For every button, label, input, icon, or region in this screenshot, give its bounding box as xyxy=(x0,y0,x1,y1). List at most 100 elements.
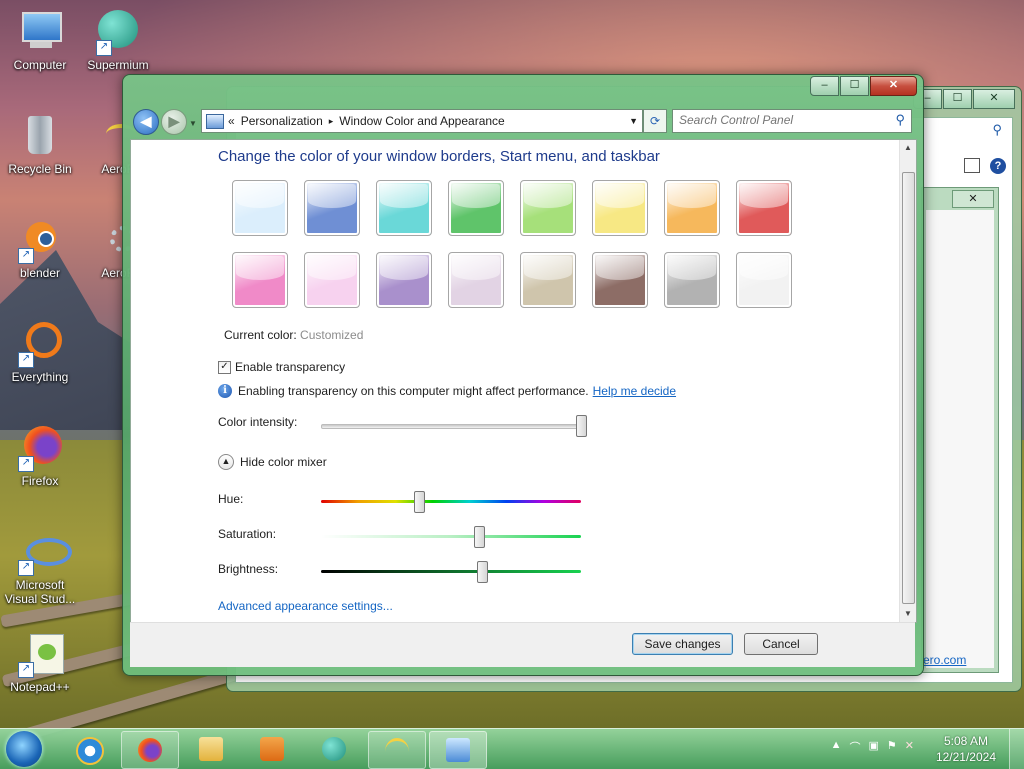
color-swatch-violet[interactable] xyxy=(376,252,432,308)
aerorainbow-tray-icon[interactable]: ⌒ xyxy=(850,739,861,755)
taskbar-file-explorer[interactable] xyxy=(183,731,239,767)
address-bar[interactable]: « Personalization ▸ Window Color and App… xyxy=(201,109,643,133)
start-button[interactable] xyxy=(6,731,42,767)
breadcrumb-separator-icon[interactable]: ▸ xyxy=(329,116,334,127)
control-panel-window[interactable]: – ☐ ✕ ◀ ▶ ▼ « Personalization ▸ Window C… xyxy=(122,74,924,676)
close-button[interactable]: ✕ xyxy=(870,76,917,96)
background-link[interactable]: ero.com xyxy=(923,653,966,667)
aerorainbow-settings-icon xyxy=(78,216,136,264)
current-color: Current color: Customized xyxy=(224,328,363,342)
cancel-button[interactable]: Cancel xyxy=(744,633,818,655)
taskbar-control-panel[interactable] xyxy=(429,731,487,769)
taskbar-media-player[interactable] xyxy=(244,731,300,767)
checkbox-icon[interactable]: ✓ xyxy=(218,360,231,374)
show-desktop-button[interactable] xyxy=(1009,729,1024,769)
blender-icon: ↗ xyxy=(16,216,64,264)
bg-maximize-button[interactable]: ☐ xyxy=(943,89,972,109)
desktop-icon-notepadpp[interactable]: ↗ Notepad++ xyxy=(0,630,80,694)
color-swatch-twilight[interactable] xyxy=(304,180,360,236)
network-icon[interactable]: ▣ xyxy=(869,739,879,755)
hide-color-mixer-label[interactable]: Hide color mixer xyxy=(240,455,327,469)
breadcrumb-personalization[interactable]: Personalization xyxy=(241,114,323,128)
media-player-icon xyxy=(260,737,284,761)
content-pane: Change the color of your window borders,… xyxy=(130,139,917,623)
scroll-thumb[interactable] xyxy=(902,172,915,604)
transparency-label[interactable]: Enable transparency xyxy=(235,360,345,374)
advanced-appearance-link[interactable]: Advanced appearance settings... xyxy=(218,599,393,613)
brightness-thumb[interactable] xyxy=(476,561,488,583)
color-swatch-slate[interactable] xyxy=(664,252,720,308)
current-color-label: Current color: xyxy=(224,328,297,342)
taskbar-supermium[interactable] xyxy=(306,731,362,767)
search-icon[interactable]: ⚲ xyxy=(992,122,1002,138)
color-swatch-orange[interactable] xyxy=(664,180,720,236)
forward-button[interactable]: ▶ xyxy=(161,109,187,135)
clock-time: 5:08 AM xyxy=(943,734,988,748)
save-changes-button[interactable]: Save changes xyxy=(632,633,733,655)
taskbar-firefox[interactable] xyxy=(121,731,179,769)
address-dropdown-icon[interactable]: ▼ xyxy=(629,116,638,126)
enable-transparency-checkbox[interactable]: ✓ Enable transparency xyxy=(218,360,345,374)
desktop-icon-firefox[interactable]: ↗ Firefox xyxy=(0,424,80,488)
back-button[interactable]: ◀ xyxy=(133,109,159,135)
aerorainbow-icon xyxy=(78,112,136,160)
color-intensity-slider[interactable] xyxy=(321,424,583,429)
system-clock[interactable]: 5:08 AM 12/21/2024 xyxy=(936,733,996,765)
bg-close-button[interactable]: ✕ xyxy=(973,89,1015,109)
color-swatch-lemon[interactable] xyxy=(592,180,648,236)
saturation-thumb[interactable] xyxy=(474,526,486,548)
breadcrumb-window-color[interactable]: Window Color and Appearance xyxy=(339,114,504,128)
performance-note: i Enabling transparency on this computer… xyxy=(218,384,676,398)
color-swatch-ruby[interactable] xyxy=(736,180,792,236)
search-box[interactable]: ⚲ xyxy=(672,109,912,133)
volume-muted-icon[interactable]: ✕ xyxy=(905,739,914,755)
recent-pages-dropdown[interactable]: ▼ xyxy=(189,119,197,128)
show-hidden-icons-icon[interactable]: ▲ xyxy=(831,739,842,755)
background-caption-buttons: – ☐ ✕ xyxy=(912,89,1015,109)
hide-color-mixer-toggle[interactable]: ▲ Hide color mixer xyxy=(218,454,327,470)
desktop-icon-everything[interactable]: ↗ Everything xyxy=(0,320,80,384)
help-icon[interactable]: ? xyxy=(990,158,1006,174)
color-swatch-sky[interactable] xyxy=(232,180,288,236)
maximize-button[interactable]: ☐ xyxy=(840,76,869,96)
saturation-slider[interactable] xyxy=(321,535,581,538)
color-intensity-thumb[interactable] xyxy=(575,415,587,437)
notepadpp-icon: ↗ xyxy=(16,630,64,678)
taskbar-internet-explorer[interactable] xyxy=(60,731,116,767)
inner-close-button[interactable]: ✕ xyxy=(952,190,994,208)
action-center-flag-icon[interactable]: ⚑ xyxy=(887,739,897,755)
desktop-icon-visual-studio[interactable]: ↗ Microsoft Visual Stud... xyxy=(0,528,80,606)
brightness-slider[interactable] xyxy=(321,570,581,573)
color-swatch-sea[interactable] xyxy=(376,180,432,236)
minimize-button[interactable]: – xyxy=(810,76,839,96)
color-swatch-frost[interactable] xyxy=(736,252,792,308)
color-swatch-taupe[interactable] xyxy=(520,252,576,308)
search-icon[interactable]: ⚲ xyxy=(895,112,905,128)
desktop-icon-supermium[interactable]: ↗ Supermium xyxy=(78,8,158,72)
color-swatch-chocolate[interactable] xyxy=(592,252,648,308)
help-me-decide-link[interactable]: Help me decide xyxy=(593,384,676,398)
scroll-down-icon[interactable]: ▼ xyxy=(900,606,916,622)
file-explorer-icon xyxy=(199,737,223,761)
vertical-scrollbar[interactable]: ▲ ▼ xyxy=(899,140,916,622)
button-bar: Save changes Cancel xyxy=(130,622,915,667)
color-swatch-fuchsia[interactable] xyxy=(232,252,288,308)
color-swatch-blush[interactable] xyxy=(304,252,360,308)
hue-slider[interactable] xyxy=(321,500,581,503)
desktop-icon-label: Computer xyxy=(13,58,67,72)
search-input[interactable] xyxy=(673,110,885,130)
color-swatch-lime[interactable] xyxy=(520,180,576,236)
taskbar-aerorainbow[interactable] xyxy=(368,731,426,769)
clock-date: 12/21/2024 xyxy=(935,750,996,764)
supermium-icon: ↗ xyxy=(94,8,142,56)
desktop-icon-computer[interactable]: Computer xyxy=(0,8,80,72)
background-inner-window[interactable]: ✕ xyxy=(921,187,999,673)
hue-thumb[interactable] xyxy=(414,491,426,513)
chevron-up-icon[interactable]: ▲ xyxy=(218,454,234,470)
color-swatch-leaf[interactable] xyxy=(448,180,504,236)
color-swatch-lavender[interactable] xyxy=(448,252,504,308)
breadcrumb-overflow[interactable]: « xyxy=(228,114,235,128)
scroll-up-icon[interactable]: ▲ xyxy=(900,140,916,156)
preview-pane-icon[interactable] xyxy=(964,158,980,173)
refresh-button[interactable]: ⟳ xyxy=(643,109,667,133)
